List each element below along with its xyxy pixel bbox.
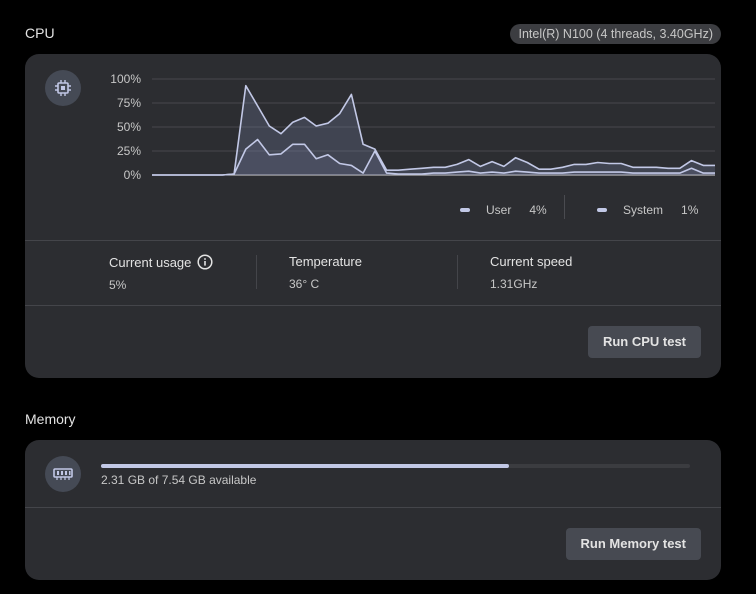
legend-user-label: User — [486, 203, 512, 217]
y-tick-label: 50% — [117, 120, 141, 134]
memory-section-title: Memory — [25, 411, 76, 427]
memory-available-text: 2.31 GB of 7.54 GB available — [101, 473, 257, 487]
divider — [25, 305, 721, 306]
cpu-model-chip: Intel(R) N100 (4 threads, 3.40GHz) — [510, 24, 721, 44]
legend-divider — [564, 195, 565, 219]
y-tick-label: 75% — [117, 96, 141, 110]
cpu-usage-chart: 100% 75% 50% 25% 0% — [110, 72, 715, 182]
y-tick-label: 100% — [110, 72, 141, 86]
cpu-section-title: CPU — [25, 25, 55, 41]
temperature-value: 36° C — [289, 277, 320, 291]
stat-divider — [256, 255, 257, 289]
divider — [25, 507, 721, 508]
current-usage-value: 5% — [109, 278, 127, 292]
legend-system-swatch — [597, 208, 607, 212]
legend-system-value: 1% — [681, 203, 699, 217]
legend-system: System 1% — [597, 198, 698, 222]
y-tick-label: 25% — [117, 144, 141, 158]
temperature-label: Temperature — [289, 254, 362, 269]
series-line-user — [152, 84, 715, 176]
memory-card: 2.31 GB of 7.54 GB available Run Memory … — [25, 440, 721, 580]
stat-divider — [457, 255, 458, 289]
legend-user: User 4% — [460, 198, 547, 222]
divider — [25, 240, 721, 241]
legend-user-swatch — [460, 208, 470, 212]
current-speed-label: Current speed — [490, 254, 573, 269]
memory-usage-fill — [101, 464, 510, 468]
current-usage-label: Current usage — [109, 254, 192, 270]
run-cpu-test-button[interactable]: Run CPU test — [587, 326, 701, 358]
stat-temperature: Temperature 36° C — [289, 254, 362, 291]
run-memory-test-button[interactable]: Run Memory test — [565, 528, 701, 560]
legend-user-value: 4% — [529, 203, 547, 217]
stat-current-usage: Current usage 5% — [109, 254, 213, 292]
diagnostics-page: CPU Intel(R) N100 (4 threads, 3.40GHz) 1… — [0, 0, 756, 594]
legend-system-label: System — [623, 203, 664, 217]
info-icon[interactable] — [197, 254, 213, 270]
y-tick-label: 0% — [124, 168, 142, 182]
current-speed-value: 1.31GHz — [490, 277, 538, 291]
memory-module-icon — [45, 456, 81, 492]
stat-current-speed: Current speed 1.31GHz — [490, 254, 572, 291]
cpu-card: 100% 75% 50% 25% 0% User 4% System 1% Curren… — [25, 54, 721, 378]
memory-usage-bar — [101, 464, 690, 468]
